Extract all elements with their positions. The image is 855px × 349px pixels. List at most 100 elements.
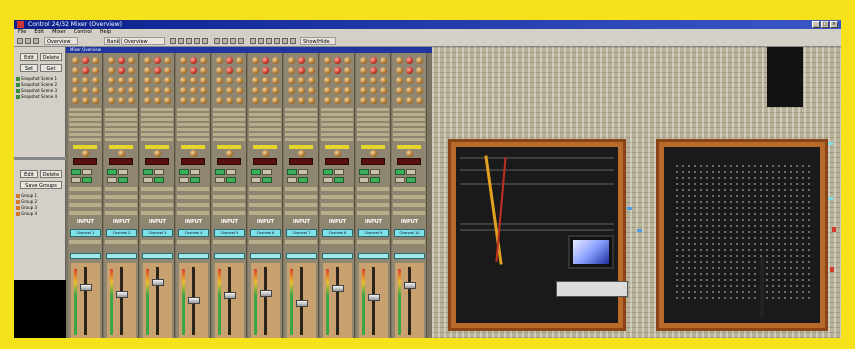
menu-help[interactable]: Help <box>96 29 115 36</box>
eq-knob[interactable] <box>298 87 305 94</box>
eq-knob[interactable] <box>344 87 351 94</box>
eq-knob[interactable] <box>82 97 89 104</box>
eq-knob[interactable] <box>324 67 331 74</box>
input-button[interactable] <box>406 177 416 183</box>
eq-knob[interactable] <box>272 77 279 84</box>
eq-knob[interactable] <box>226 77 233 84</box>
eq-knob[interactable] <box>216 87 223 94</box>
eq-knob[interactable] <box>396 77 403 84</box>
eq-knob[interactable] <box>72 57 79 64</box>
eq-knob[interactable] <box>298 57 305 64</box>
fader-cap[interactable] <box>260 290 272 297</box>
eq-knob[interactable] <box>190 97 197 104</box>
select-indicator[interactable] <box>253 145 277 149</box>
channel-name[interactable]: Channel 1 <box>70 229 101 237</box>
input-button[interactable] <box>370 177 380 183</box>
select-indicator[interactable] <box>181 145 205 149</box>
eq-knob[interactable] <box>380 77 387 84</box>
mode-select[interactable]: Overview <box>121 37 165 45</box>
fader-cap[interactable] <box>80 284 92 291</box>
select-indicator[interactable] <box>109 145 133 149</box>
eq-knob[interactable] <box>180 77 187 84</box>
eq-knob[interactable] <box>128 97 135 104</box>
mute-button[interactable] <box>154 169 164 175</box>
tool-icon-14[interactable] <box>290 38 296 44</box>
mute-button[interactable] <box>118 169 128 175</box>
fader-cap[interactable] <box>332 285 344 292</box>
eq-knob[interactable] <box>118 97 125 104</box>
scene-item[interactable]: Snapshot Scene 4 <box>16 94 57 99</box>
eq-knob[interactable] <box>334 77 341 84</box>
tool-icon-11[interactable] <box>266 38 272 44</box>
solo-button[interactable] <box>251 169 261 175</box>
eq-knob[interactable] <box>272 67 279 74</box>
group-item[interactable]: Group 2 <box>16 199 37 204</box>
eq-knob[interactable] <box>308 77 315 84</box>
rec-button[interactable] <box>71 177 81 183</box>
fader-cap[interactable] <box>116 291 128 298</box>
eq-knob[interactable] <box>226 97 233 104</box>
back-icon[interactable] <box>17 38 23 44</box>
eq-knob[interactable] <box>164 97 171 104</box>
tool-icon-3[interactable] <box>194 38 200 44</box>
eq-knob[interactable] <box>92 67 99 74</box>
eq-knob[interactable] <box>360 77 367 84</box>
rec-button[interactable] <box>107 177 117 183</box>
eq-knob[interactable] <box>200 67 207 74</box>
eq-knob[interactable] <box>82 77 89 84</box>
eq-knob[interactable] <box>180 87 187 94</box>
title-bar[interactable]: Control 24/32 Mixer (Overview) _ □ × <box>14 20 841 29</box>
eq-knob[interactable] <box>324 87 331 94</box>
channel-name[interactable]: Channel 10 <box>394 229 425 237</box>
eq-knob[interactable] <box>72 77 79 84</box>
eq-knob[interactable] <box>308 87 315 94</box>
eq-knob[interactable] <box>288 67 295 74</box>
eq-knob[interactable] <box>92 77 99 84</box>
eq-knob[interactable] <box>262 97 269 104</box>
eq-knob[interactable] <box>344 67 351 74</box>
group-item[interactable]: Group 1 <box>16 193 37 198</box>
mute-button[interactable] <box>370 169 380 175</box>
lock-icon[interactable] <box>170 38 176 44</box>
input-button[interactable] <box>190 177 200 183</box>
tool-icon-13[interactable] <box>282 38 288 44</box>
solo-button[interactable] <box>287 169 297 175</box>
get-button[interactable]: Get <box>40 64 62 72</box>
pan-knob[interactable] <box>370 150 377 157</box>
input-button[interactable] <box>298 177 308 183</box>
eq-knob[interactable] <box>216 77 223 84</box>
eq-knob[interactable] <box>308 97 315 104</box>
eq-knob[interactable] <box>154 77 161 84</box>
eq-knob[interactable] <box>118 87 125 94</box>
eq-knob[interactable] <box>154 57 161 64</box>
scene-select[interactable]: Overview <box>44 37 78 45</box>
channel-name[interactable]: Channel 6 <box>250 229 281 237</box>
eq-knob[interactable] <box>396 67 403 74</box>
eq-knob[interactable] <box>128 57 135 64</box>
eq-knob[interactable] <box>344 97 351 104</box>
eq-knob[interactable] <box>252 97 259 104</box>
pan-knob[interactable] <box>226 150 233 157</box>
channel-name[interactable]: Channel 2 <box>106 229 137 237</box>
eq-knob[interactable] <box>200 77 207 84</box>
set-button[interactable]: Set <box>20 64 38 72</box>
eq-knob[interactable] <box>324 57 331 64</box>
eq-knob[interactable] <box>406 77 413 84</box>
eq-knob[interactable] <box>82 87 89 94</box>
mute-button[interactable] <box>406 169 416 175</box>
input-button[interactable] <box>334 177 344 183</box>
eq-knob[interactable] <box>154 87 161 94</box>
tool-icon-2[interactable] <box>186 38 192 44</box>
eq-knob[interactable] <box>334 67 341 74</box>
eq-knob[interactable] <box>252 57 259 64</box>
eq-knob[interactable] <box>144 97 151 104</box>
eq-knob[interactable] <box>200 97 207 104</box>
input-button[interactable] <box>262 177 272 183</box>
eq-knob[interactable] <box>360 67 367 74</box>
eq-knob[interactable] <box>128 67 135 74</box>
fader-cap[interactable] <box>296 300 308 307</box>
eq-knob[interactable] <box>190 87 197 94</box>
rec-button[interactable] <box>251 177 261 183</box>
eq-knob[interactable] <box>144 57 151 64</box>
fader-cap[interactable] <box>368 294 380 301</box>
